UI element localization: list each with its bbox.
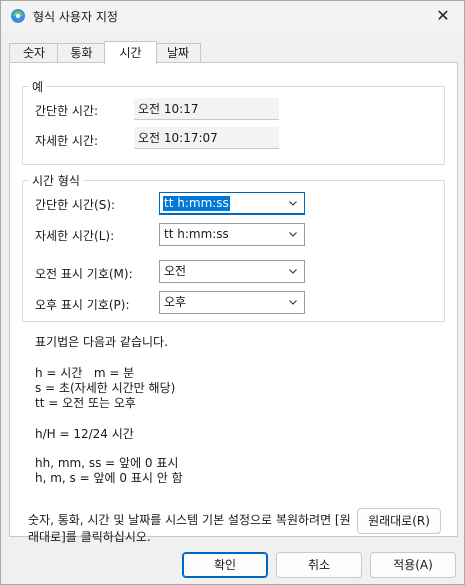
time-format-group-legend: 시간 형식: [32, 174, 80, 188]
apply-button[interactable]: 적용(A): [370, 552, 456, 578]
notation-intro: 표기법은 다음과 같습니다.: [35, 335, 168, 349]
notation-12-24: h/H = 12/24 시간: [35, 427, 134, 441]
chevron-down-icon: [289, 269, 297, 274]
close-icon: ✕: [436, 6, 450, 25]
example-group: 예: [22, 78, 445, 165]
notation-ampm: tt = 오전 또는 오후: [35, 396, 136, 410]
example-long-time-value: 오전 10:17:07: [134, 127, 279, 149]
tab-time[interactable]: 시간: [104, 41, 157, 64]
notation-hour-minute: h = 시간 m = 분: [35, 366, 135, 380]
example-group-legend: 예: [32, 80, 44, 94]
ok-button[interactable]: 확인: [182, 552, 268, 578]
chevron-down-icon: [289, 232, 297, 237]
cancel-button[interactable]: 취소: [276, 552, 362, 578]
am-symbol-combobox[interactable]: 오전: [159, 260, 305, 283]
example-short-time-value: 오전 10:17: [134, 98, 279, 120]
long-time-combobox[interactable]: tt h:mm:ss: [159, 223, 305, 246]
pm-symbol-combobox[interactable]: 오후: [159, 291, 305, 314]
am-symbol-value: 오전: [164, 264, 187, 278]
restore-button[interactable]: 원래대로(R): [357, 508, 441, 534]
window-title: 형식 사용자 지정: [33, 10, 118, 24]
restore-instructions: 숫자, 통화, 시간 및 날짜를 시스템 기본 설정으로 복원하려면 [원래대로…: [28, 513, 351, 544]
time-tab-panel: 예 간단한 시간: 오전 10:17 자세한 시간: 오전 10:17:07 시…: [9, 62, 458, 537]
pm-symbol-value: 오후: [164, 295, 187, 309]
short-time-value: tt h:mm:ss: [163, 196, 230, 211]
example-long-time-label: 자세한 시간:: [35, 134, 99, 148]
am-symbol-label: 오전 표시 기호(M):: [35, 267, 133, 281]
chevron-down-icon: [289, 300, 297, 305]
short-time-label: 간단한 시간(S):: [35, 198, 116, 212]
tab-currency[interactable]: 통화: [57, 43, 106, 63]
notation-no-leading-zero: h, m, s = 앞에 0 표시 안 함: [35, 471, 183, 485]
example-short-time-label: 간단한 시간:: [35, 104, 99, 118]
notation-second: s = 초(자세한 시간만 해당): [35, 381, 176, 395]
chevron-down-icon: [289, 201, 297, 206]
tab-date[interactable]: 날짜: [155, 43, 201, 63]
long-time-label: 자세한 시간(L):: [35, 229, 115, 243]
tab-numbers[interactable]: 숫자: [9, 43, 59, 63]
title-bar: 형식 사용자 지정 ✕: [1, 1, 464, 31]
notation-leading-zero: hh, mm, ss = 앞에 0 표시: [35, 456, 179, 470]
pm-symbol-label: 오후 표시 기호(P):: [35, 298, 130, 312]
short-time-combobox[interactable]: tt h:mm:ss: [159, 192, 305, 215]
control-panel-app-icon: [11, 9, 25, 23]
long-time-value: tt h:mm:ss: [164, 227, 229, 241]
custom-format-dialog: 형식 사용자 지정 ✕ 숫자 통화 시간 날짜 예 간단한 시간: 오전 10:…: [0, 0, 465, 585]
close-button[interactable]: ✕: [428, 3, 458, 29]
